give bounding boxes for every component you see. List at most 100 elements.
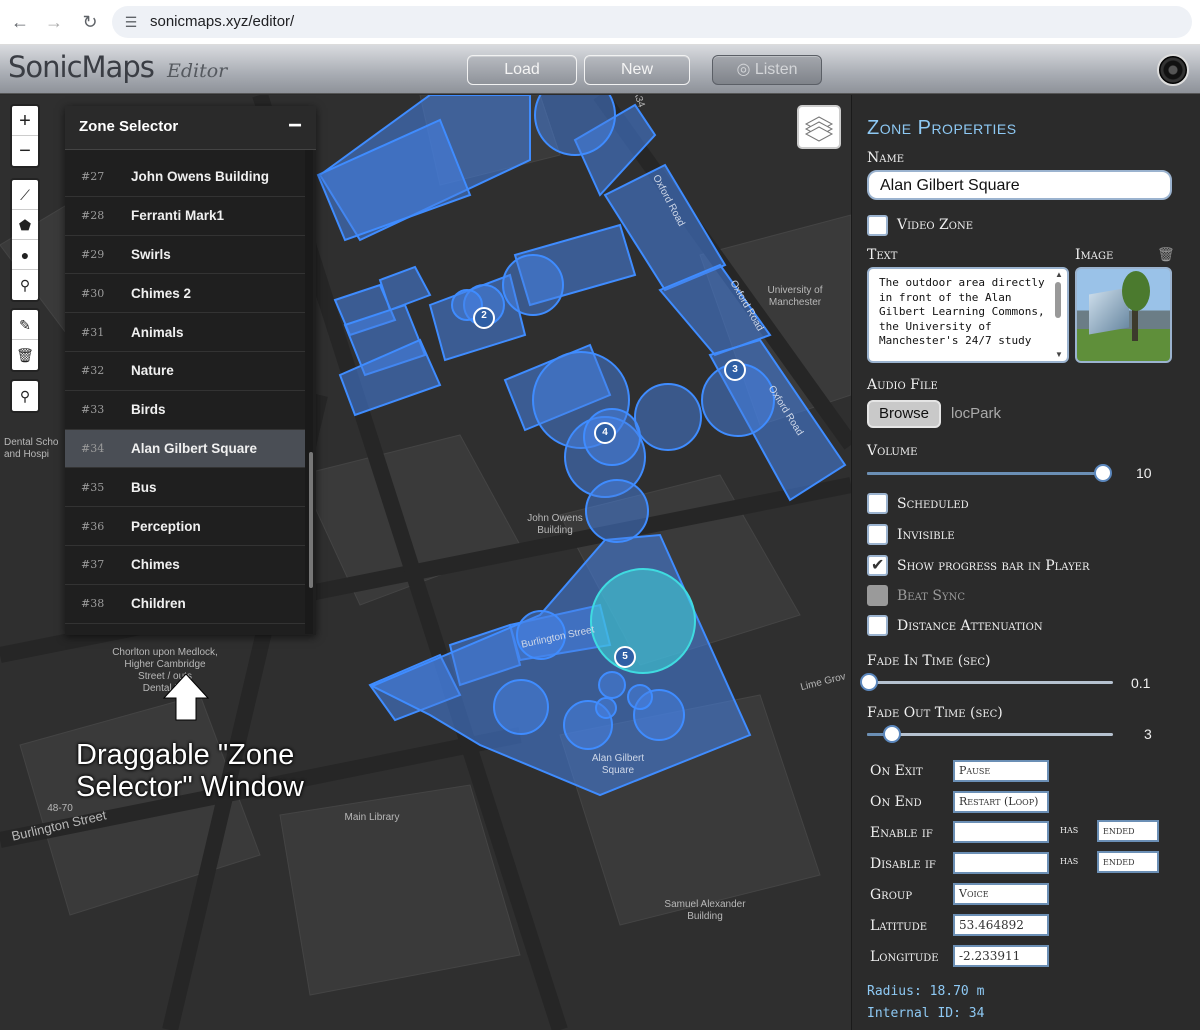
on-end-select[interactable]: Restart (Loop) <box>953 791 1049 813</box>
layers-button[interactable] <box>797 105 841 149</box>
map-label-road-number: 48-70 <box>47 803 73 814</box>
zone-selector-header[interactable]: Zone Selector − <box>65 106 316 150</box>
edit-icon[interactable]: ✎ <box>12 310 38 340</box>
draw-toolbar: ⟋ ⬟ ● ⚲ <box>10 178 40 302</box>
zone-name: Swirls <box>131 246 171 262</box>
arrow-left-icon[interactable]: ← <box>8 10 32 34</box>
zone-name: Perception <box>131 518 201 534</box>
zone-number: #36 <box>81 519 105 533</box>
zone-marker-4[interactable]: 4 <box>589 427 621 439</box>
scheduled-label: Scheduled <box>897 496 969 512</box>
zoom-out-button[interactable]: − <box>12 136 38 166</box>
zone-list-item[interactable]: #33 Birds <box>65 391 307 430</box>
zone-list-item[interactable]: #35 Bus <box>65 468 307 508</box>
selected-zone-circle[interactable] <box>590 568 696 674</box>
enable-has-select[interactable]: ended <box>1097 820 1159 842</box>
show-progress-label: Show progress bar in Player <box>897 558 1090 574</box>
latitude-input[interactable]: 53.464892 <box>953 914 1049 936</box>
on-end-label: On End <box>870 794 922 810</box>
fade-in-slider-knob[interactable] <box>860 673 879 691</box>
volume-label: Volume <box>867 443 918 459</box>
enable-if-input[interactable] <box>953 821 1049 843</box>
map-label-samuel-alexander: Samuel Alexander Building <box>664 899 746 922</box>
layers-icon <box>804 116 834 142</box>
zone-marker-2[interactable]: 2 <box>468 310 500 322</box>
listen-button[interactable]: ◎ Listen <box>712 55 822 85</box>
browse-button[interactable]: Browse <box>867 400 941 428</box>
zone-list-item[interactable]: #31 Animals <box>65 313 307 352</box>
polyline-icon[interactable]: ⟋ <box>12 180 38 210</box>
app-logo-subtitle: Editor <box>167 60 228 82</box>
disable-if-label: Disable if <box>870 856 936 872</box>
zone-name: Nature <box>131 363 174 379</box>
trash-icon[interactable]: 🗑 <box>12 340 38 370</box>
longitude-input[interactable]: -2.233911 <box>953 945 1049 967</box>
zone-list-item[interactable]: #29 Swirls <box>65 236 307 275</box>
fade-out-slider-track[interactable] <box>867 733 1113 736</box>
video-zone-checkbox[interactable] <box>867 215 888 236</box>
zone-list-item[interactable]: #27 John Owens Building <box>65 158 307 197</box>
zone-list-item[interactable]: #34 Alan Gilbert Square <box>65 429 307 469</box>
arrow-right-icon[interactable]: → <box>42 10 66 34</box>
zone-list-scroll-thumb[interactable] <box>309 452 313 588</box>
scheduled-checkbox[interactable] <box>867 493 888 514</box>
zone-number: #38 <box>81 597 105 611</box>
zone-marker-5[interactable]: 5 <box>609 651 641 663</box>
zoom-in-button[interactable]: + <box>12 106 38 136</box>
text-textarea[interactable]: The outdoor area directly in front of th… <box>867 267 1069 363</box>
map-label-alan-gilbert: Alan Gilbert Square <box>591 753 645 776</box>
group-select[interactable]: Voice <box>953 883 1049 905</box>
latitude-label: Latitude <box>870 918 928 934</box>
zone-selector-window[interactable]: Zone Selector − #27 John Owens Building #2… <box>65 106 316 635</box>
text-label: Text <box>867 247 898 263</box>
disable-if-input[interactable] <box>953 852 1049 874</box>
trash-icon[interactable]: 🗑 <box>1157 246 1175 263</box>
on-exit-label: On Exit <box>870 763 923 779</box>
textarea-scrollbar[interactable]: ▲ ▼ <box>1053 270 1063 360</box>
show-progress-checkbox[interactable] <box>867 555 888 576</box>
zone-number: #32 <box>81 364 105 378</box>
zone-number: #34 <box>81 441 105 455</box>
marker-icon[interactable]: ⚲ <box>12 270 38 300</box>
distance-attenuation-checkbox[interactable] <box>867 615 888 636</box>
polygon-icon[interactable]: ⬟ <box>12 210 38 240</box>
radius-readout: Radius: 18.70 m <box>867 984 985 999</box>
search-control: ⚲ <box>10 379 40 413</box>
fade-out-slider-knob[interactable] <box>882 725 901 743</box>
zone-name: Alan Gilbert Square <box>131 440 258 456</box>
zone-list-item[interactable]: #28 Ferranti Mark1 <box>65 197 307 236</box>
disable-has-select[interactable]: ended <box>1097 851 1159 873</box>
invisible-label: Invisible <box>897 527 955 543</box>
zone-name: Bus <box>131 479 157 495</box>
headphones-icon: ◎ <box>736 61 755 78</box>
zone-list-item[interactable]: #38 Children <box>65 585 307 624</box>
zone-number: #33 <box>81 403 105 417</box>
invisible-checkbox[interactable] <box>867 524 888 545</box>
search-icon[interactable]: ⚲ <box>12 381 38 411</box>
site-settings-icon[interactable]: ☰ <box>122 13 140 31</box>
url-text[interactable]: sonicmaps.xyz/editor/ <box>150 13 294 30</box>
load-button[interactable]: Load <box>467 55 577 85</box>
circle-icon[interactable]: ● <box>12 240 38 270</box>
beat-sync-checkbox[interactable] <box>867 585 888 606</box>
fade-in-slider-track[interactable] <box>867 681 1113 684</box>
zone-list-item[interactable]: #37 Chimes <box>65 546 307 585</box>
name-input[interactable]: Alan Gilbert Square <box>867 170 1172 200</box>
zone-list-item[interactable]: #30 Chimes 2 <box>65 274 307 314</box>
volume-slider-knob[interactable] <box>1094 464 1112 482</box>
internal-id-readout: Internal ID: 34 <box>867 1006 985 1021</box>
on-exit-select[interactable]: Pause <box>953 760 1049 782</box>
zone-name: Chimes <box>131 557 180 573</box>
reload-icon[interactable]: ↻ <box>78 10 102 34</box>
speaker-icon[interactable] <box>1157 54 1189 86</box>
zone-marker-3[interactable]: 3 <box>719 364 751 376</box>
zone-number: #31 <box>81 325 105 339</box>
fade-out-label: Fade Out Time (sec) <box>867 705 1003 721</box>
zone-list-item[interactable]: #36 Perception <box>65 507 307 546</box>
audio-file-name: locPark <box>951 405 1002 422</box>
new-button[interactable]: New <box>584 55 690 85</box>
zone-image[interactable] <box>1075 267 1172 363</box>
minimize-button[interactable]: − <box>288 112 302 140</box>
zone-number: #37 <box>81 558 105 572</box>
zone-list-item[interactable]: #32 Nature <box>65 352 307 391</box>
